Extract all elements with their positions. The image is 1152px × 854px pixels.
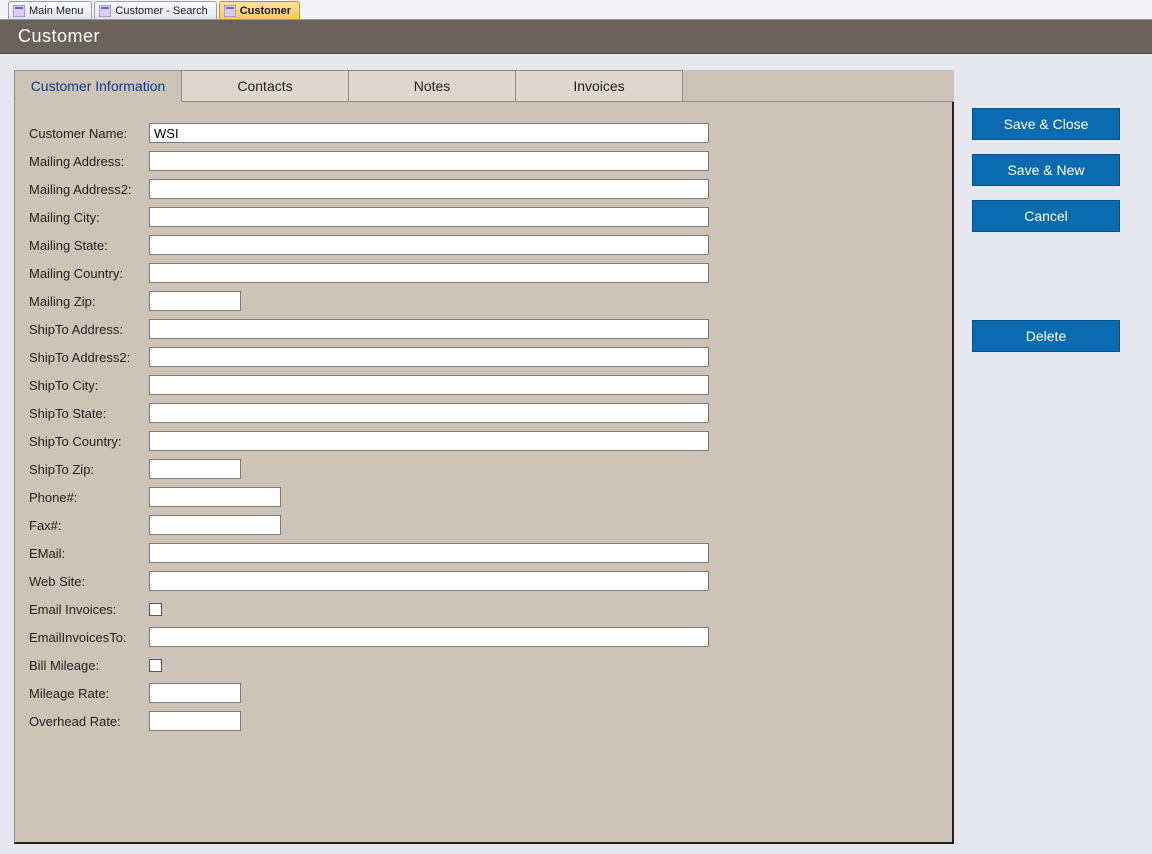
label-shipto-city: ShipTo City:	[29, 378, 149, 393]
button-label: Save & New	[1007, 162, 1084, 178]
tab-invoices[interactable]: Invoices	[515, 70, 683, 102]
file-tab-customer[interactable]: Customer	[219, 1, 300, 19]
sub-tab-label: Contacts	[237, 78, 292, 94]
form-icon	[224, 5, 236, 17]
shipto-state-input[interactable]	[149, 403, 709, 423]
sub-tab-label: Customer Information	[31, 78, 166, 94]
label-shipto-country: ShipTo Country:	[29, 434, 149, 449]
save-new-button[interactable]: Save & New	[972, 154, 1120, 186]
customer-form-panel: Customer Information Contacts Notes Invo…	[14, 70, 954, 844]
file-tab-label: Customer	[240, 5, 291, 17]
label-mileage-rate: Mileage Rate:	[29, 686, 149, 701]
label-overhead-rate: Overhead Rate:	[29, 714, 149, 729]
label-shipto-address: ShipTo Address:	[29, 322, 149, 337]
button-spacer	[972, 246, 1120, 306]
mailing-address2-input[interactable]	[149, 179, 709, 199]
customer-name-input[interactable]	[149, 123, 709, 143]
delete-button[interactable]: Delete	[972, 320, 1120, 352]
label-shipto-state: ShipTo State:	[29, 406, 149, 421]
website-input[interactable]	[149, 571, 709, 591]
cancel-button[interactable]: Cancel	[972, 200, 1120, 232]
file-tab-label: Customer - Search	[115, 5, 207, 17]
file-tab-customer-search[interactable]: Customer - Search	[94, 1, 216, 19]
label-phone: Phone#:	[29, 490, 149, 505]
label-customer-name: Customer Name:	[29, 126, 149, 141]
button-label: Save & Close	[1004, 116, 1089, 132]
tab-notes[interactable]: Notes	[348, 70, 516, 102]
label-mailing-address: Mailing Address:	[29, 154, 149, 169]
email-input[interactable]	[149, 543, 709, 563]
bill-mileage-checkbox[interactable]	[149, 659, 162, 672]
button-label: Delete	[1026, 328, 1066, 344]
mailing-zip-input[interactable]	[149, 291, 241, 311]
label-bill-mileage: Bill Mileage:	[29, 658, 149, 673]
label-email-invoices: Email Invoices:	[29, 602, 149, 617]
mailing-address-input[interactable]	[149, 151, 709, 171]
action-button-column: Save & Close Save & New Cancel Delete	[972, 108, 1120, 352]
label-fax: Fax#:	[29, 518, 149, 533]
mailing-country-input[interactable]	[149, 263, 709, 283]
sub-tab-filler	[682, 70, 954, 102]
page-header: Customer	[0, 20, 1152, 54]
label-shipto-address2: ShipTo Address2:	[29, 350, 149, 365]
tab-contacts[interactable]: Contacts	[181, 70, 349, 102]
shipto-zip-input[interactable]	[149, 459, 241, 479]
sub-tab-label: Notes	[414, 78, 451, 94]
email-invoices-checkbox[interactable]	[149, 603, 162, 616]
fax-input[interactable]	[149, 515, 281, 535]
label-mailing-zip: Mailing Zip:	[29, 294, 149, 309]
sub-tab-bar: Customer Information Contacts Notes Invo…	[14, 70, 954, 102]
phone-input[interactable]	[149, 487, 281, 507]
file-tab-main-menu[interactable]: Main Menu	[8, 1, 92, 19]
page-title: Customer	[18, 26, 100, 47]
mailing-city-input[interactable]	[149, 207, 709, 227]
email-invoices-to-input[interactable]	[149, 627, 709, 647]
file-tab-label: Main Menu	[29, 5, 83, 17]
save-close-button[interactable]: Save & Close	[972, 108, 1120, 140]
label-mailing-city: Mailing City:	[29, 210, 149, 225]
label-email: EMail:	[29, 546, 149, 561]
label-mailing-state: Mailing State:	[29, 238, 149, 253]
shipto-address-input[interactable]	[149, 319, 709, 339]
shipto-country-input[interactable]	[149, 431, 709, 451]
overhead-rate-input[interactable]	[149, 711, 241, 731]
label-website: Web Site:	[29, 574, 149, 589]
mailing-state-input[interactable]	[149, 235, 709, 255]
form-icon	[13, 5, 25, 17]
tab-body-customer-information: Customer Name: Mailing Address: Mailing …	[14, 102, 954, 844]
document-tab-bar: Main Menu Customer - Search Customer	[0, 0, 1152, 20]
sub-tab-label: Invoices	[573, 78, 624, 94]
button-label: Cancel	[1024, 208, 1068, 224]
shipto-address2-input[interactable]	[149, 347, 709, 367]
shipto-city-input[interactable]	[149, 375, 709, 395]
label-mailing-country: Mailing Country:	[29, 266, 149, 281]
label-mailing-address2: Mailing Address2:	[29, 182, 149, 197]
tab-customer-information[interactable]: Customer Information	[14, 70, 182, 102]
mileage-rate-input[interactable]	[149, 683, 241, 703]
label-shipto-zip: ShipTo Zip:	[29, 462, 149, 477]
form-icon	[99, 5, 111, 17]
label-email-invoices-to: EmailInvoicesTo:	[29, 630, 149, 645]
